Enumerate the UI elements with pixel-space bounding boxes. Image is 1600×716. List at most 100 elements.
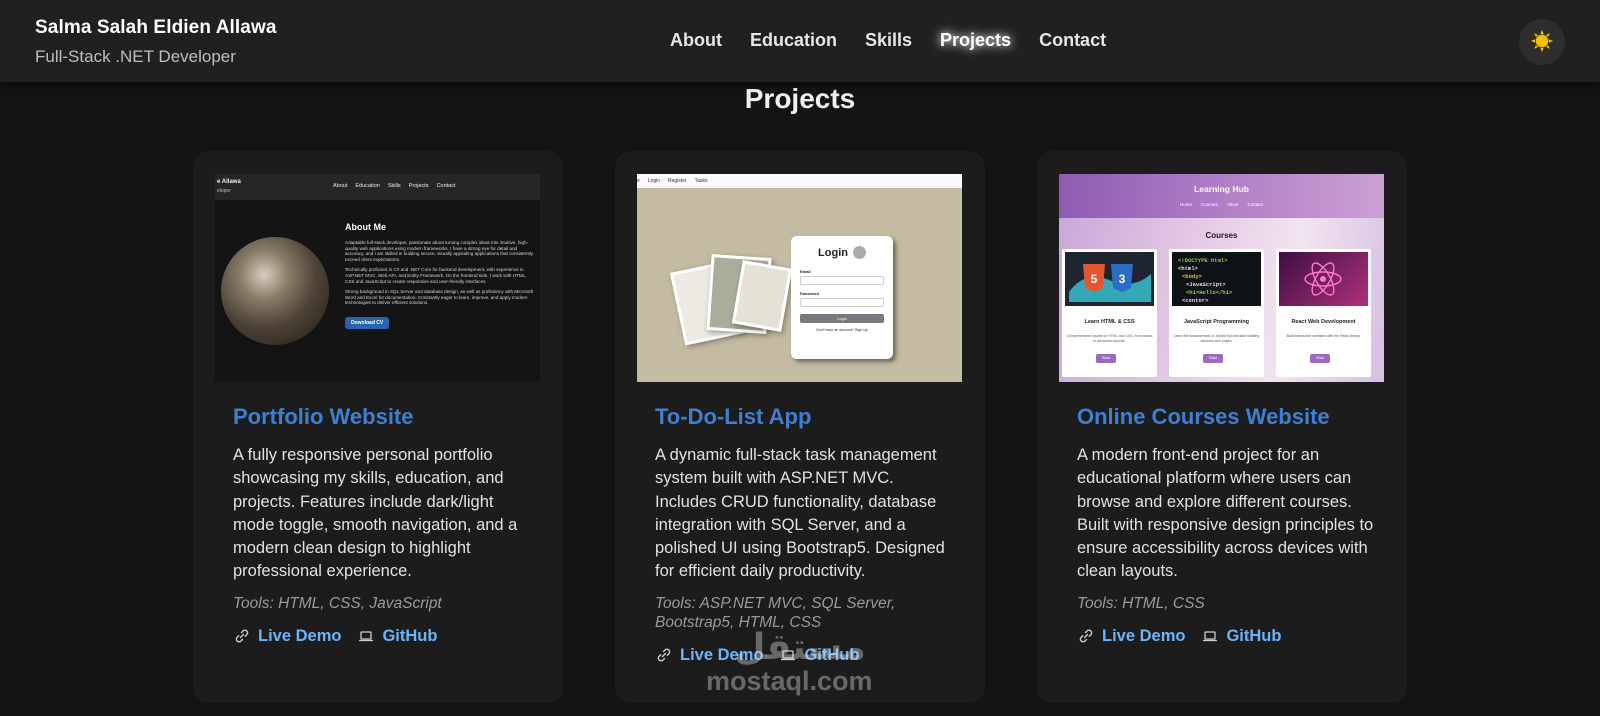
svg-text:3: 3 <box>1119 272 1126 286</box>
profile-photo <box>221 237 329 345</box>
live-demo-label: Live Demo <box>680 645 764 664</box>
thumb-nav-item: Courses <box>1200 202 1218 207</box>
thumb-nav-item: Contact <box>1247 202 1264 207</box>
thumb-nav-item: Login <box>647 178 661 184</box>
thumb-nav-item: Skills <box>387 183 401 189</box>
live-demo-label: Live Demo <box>1102 626 1186 645</box>
thumb-photo <box>731 260 793 332</box>
thumb-nav-item: Tasks <box>694 178 708 184</box>
thumb-brand-role: eloper <box>217 188 231 194</box>
brand: Salma Salah Eldien Allawa Full-Stack .NE… <box>35 17 277 67</box>
link-icon <box>1077 627 1095 645</box>
thumb-nav-item: About <box>1226 202 1239 207</box>
thumb-email-field <box>800 276 884 285</box>
thumb-nav-item: e <box>637 178 640 184</box>
svg-text:<!DOCTYPE html>: <!DOCTYPE html> <box>1178 257 1228 264</box>
github-label: GitHub <box>804 645 860 664</box>
thumb-password-field <box>800 298 884 307</box>
html-css-image: 5 3 <box>1065 252 1154 306</box>
thumb-course-desc: Learn the fundamentals of JavaScript and… <box>1173 334 1260 343</box>
thumb-nav-item: About <box>333 183 348 189</box>
thumb-paragraph: Strong background in SQL Server and data… <box>345 289 534 306</box>
github-label: GitHub <box>382 626 438 645</box>
thumb-courses-heading: Courses <box>1205 231 1238 240</box>
live-demo-link[interactable]: Live Demo <box>655 646 763 665</box>
github-link[interactable]: GitHub <box>357 627 437 646</box>
nav-education[interactable]: Education <box>750 30 837 51</box>
thumb-course-desc: Comprehensive course on HTML and CSS, fr… <box>1066 334 1153 343</box>
github-link[interactable]: GitHub <box>1201 627 1281 646</box>
brand-role: Full-Stack .NET Developer <box>35 47 236 66</box>
thumb-about: About Me Adaptable full-stack developer,… <box>345 222 535 329</box>
thumb-header: Learning Hub Home Courses About Contact <box>1059 174 1384 218</box>
project-title: Portfolio Website <box>233 404 414 429</box>
project-title: Online Courses Website <box>1077 404 1330 429</box>
section-title: Projects <box>744 83 856 114</box>
thumb-course-card: <!DOCTYPE html> <html> <body> <JavaScrip… <box>1169 249 1264 377</box>
project-tools: Tools: HTML, CSS <box>1077 594 1205 612</box>
thumb-nav-item: Register <box>668 178 687 184</box>
project-title: To-Do-List App <box>655 404 812 429</box>
thumb-login-button: Login <box>800 314 884 323</box>
svg-text:<html>: <html> <box>1178 265 1199 272</box>
thumb-course-desc: Build interactive websites with the Reac… <box>1286 334 1361 338</box>
link-icon <box>233 627 251 645</box>
project-description: A fully responsive personal portfolio sh… <box>233 446 518 581</box>
main-nav: About Education Skills Projects Contact <box>670 30 1106 51</box>
project-description: A modern front-end project for an educat… <box>1077 446 1374 581</box>
svg-text:<body>: <body> <box>1182 273 1203 280</box>
brand-name: Salma Salah Eldien Allawa <box>35 17 277 38</box>
project-thumbnail: e Login Register Tasks Login Email Passw… <box>637 174 962 382</box>
laptop-icon <box>1201 627 1219 645</box>
thumb-course-button: Start <box>1096 354 1116 363</box>
svg-text:5: 5 <box>1091 272 1098 286</box>
thumb-course-card: React Web Development Build interactive … <box>1276 249 1371 377</box>
thumb-email-label: Email <box>800 269 811 274</box>
link-icon <box>655 646 673 664</box>
thumb-course-button: Start <box>1203 354 1223 363</box>
nav-skills[interactable]: Skills <box>865 30 912 51</box>
project-thumbnail: Learning Hub Home Courses About Contact … <box>1059 174 1384 382</box>
user-icon <box>852 246 866 259</box>
thumb-paragraph: Adaptable full-stack developer, passiona… <box>345 240 534 262</box>
thumb-heading: About Me <box>345 222 386 232</box>
project-links: Live Demo GitHub <box>1077 627 1377 646</box>
project-tools: Tools: ASP.NET MVC, SQL Server, Bootstra… <box>655 594 896 631</box>
svg-text:<center>: <center> <box>1182 297 1209 304</box>
thumb-brand-name: e Allawa <box>217 179 241 185</box>
thumb-login-heading: Login <box>800 246 884 259</box>
thumb-course-name: React Web Development <box>1291 319 1356 325</box>
project-card: e Login Register Tasks Login Email Passw… <box>615 151 985 703</box>
thumb-login-form: Login Email Password Login Don't have an… <box>791 236 893 359</box>
thumb-signup-text: Don't have an account? Sign Up <box>816 328 868 332</box>
site-header: Salma Salah Eldien Allawa Full-Stack .NE… <box>0 0 1600 82</box>
thumb-paragraph: Technically proficient in C# and .NET Co… <box>345 267 527 284</box>
project-card: Learning Hub Home Courses About Contact … <box>1037 151 1407 703</box>
thumb-nav-item: Projects <box>408 183 429 189</box>
project-thumbnail: e Allawa eloper About Education Skills P… <box>215 174 540 382</box>
svg-text:<JavaScript>: <JavaScript> <box>1186 281 1226 288</box>
github-link[interactable]: GitHub <box>779 646 859 665</box>
thumb-course-card: 5 3 Learn HTML & CSS Comprehensive cours… <box>1062 249 1157 377</box>
nav-about[interactable]: About <box>670 30 722 51</box>
code-image: <!DOCTYPE html> <html> <body> <JavaScrip… <box>1172 252 1261 306</box>
thumb-nav: About Education Skills Projects Contact <box>333 183 456 189</box>
thumb-navbar: e Allawa eloper About Education Skills P… <box>215 174 540 200</box>
live-demo-label: Live Demo <box>258 626 342 645</box>
laptop-icon <box>779 646 797 664</box>
thumb-course-name: JavaScript Programming <box>1183 319 1250 325</box>
thumb-nav-item: Education <box>355 183 380 189</box>
thumb-nav-item: Contact <box>436 183 456 189</box>
theme-toggle-button[interactable] <box>1519 19 1565 65</box>
thumb-nav: Home Courses About Contact <box>1059 202 1384 207</box>
nav-contact[interactable]: Contact <box>1039 30 1106 51</box>
live-demo-link[interactable]: Live Demo <box>233 627 341 646</box>
live-demo-link[interactable]: Live Demo <box>1077 627 1185 646</box>
thumb-password-label: Password <box>800 291 819 296</box>
card-body: Portfolio Website A fully responsive per… <box>233 404 533 646</box>
sun-icon <box>1530 29 1554 56</box>
thumb-login-title: Login <box>818 246 848 259</box>
nav-projects[interactable]: Projects <box>940 30 1011 51</box>
thumb-nav-item: Home <box>1179 202 1192 207</box>
github-label: GitHub <box>1226 626 1282 645</box>
